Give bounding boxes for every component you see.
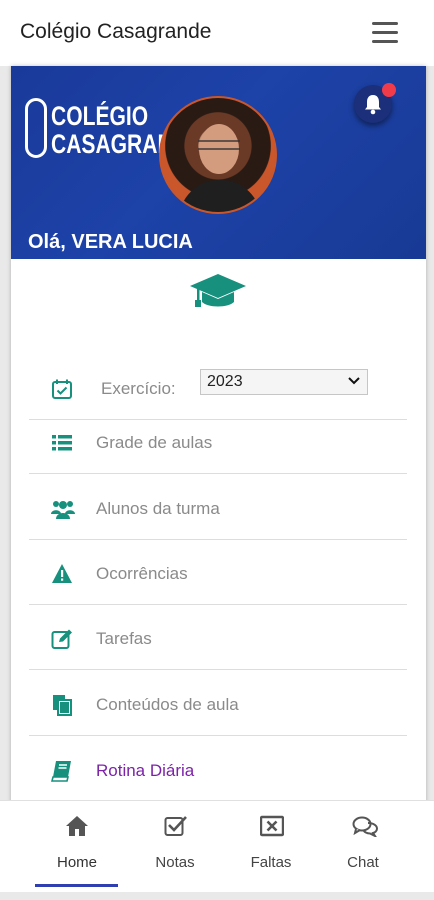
users-icon [51,498,75,520]
graduation-cap-icon [189,272,247,317]
exercise-select[interactable]: 2023 [200,369,368,395]
x-box-icon [259,815,285,839]
tab-faltas[interactable]: Faltas [226,801,316,893]
menu-item-label: Tarefas [96,629,152,648]
hamburger-menu-icon[interactable] [372,22,398,44]
menu-item-label: Alunos da turma [96,499,220,518]
exercise-select-value: 2023 [207,373,243,390]
exercise-label: Exercício: [101,379,176,398]
greeting: Olá, VERA LUCIA [28,231,193,253]
app-title: Colégio Casagrande [20,20,212,43]
warning-icon [51,563,73,585]
bottom-navigation: Home Notas Faltas Chat [0,800,434,892]
tab-notas[interactable]: Notas [130,801,220,893]
menu-item-tarefas[interactable]: Tarefas [29,606,407,670]
menu-item-grade-de-aulas[interactable]: Grade de aulas [29,410,407,474]
menu-item-rotina-diaria[interactable]: Rotina Diária [29,738,407,802]
main-card: COLÉGIO CASAGRANDE Olá, VERA LUCIA Exerc… [11,66,426,806]
school-logo-mark [25,98,47,158]
menu-item-conteudos-de-aula[interactable]: Conteúdos de aula [29,672,407,736]
active-tab-indicator [35,884,118,887]
book-icon [50,760,73,782]
chevron-down-icon [348,377,360,385]
tab-label: Chat [347,854,379,871]
checkbox-icon [164,815,188,839]
menu-item-label: Rotina Diária [96,761,195,780]
tab-label: Home [56,854,97,871]
menu-item-label: Conteúdos de aula [96,695,239,714]
edit-icon [51,628,73,650]
menu-item-alunos-da-turma[interactable]: Alunos da turma [29,476,407,540]
home-icon [65,815,89,839]
calendar-check-icon [51,378,73,400]
tab-label: Faltas [250,854,292,871]
menu-item-label: Ocorrências [96,564,188,583]
bottom-strip [0,892,434,900]
tab-chat[interactable]: Chat [318,801,408,893]
avatar [159,96,277,214]
copy-icon [51,694,73,716]
chat-icon [352,815,379,839]
tab-label: Notas [155,854,195,871]
profile-banner: COLÉGIO CASAGRANDE Olá, VERA LUCIA [11,66,426,259]
menu-item-ocorrencias[interactable]: Ocorrências [29,541,407,605]
notification-badge [382,83,396,97]
top-bar: Colégio Casagrande [0,0,434,66]
list-icon [51,432,73,454]
menu-item-label: Grade de aulas [96,433,213,452]
tab-home[interactable]: Home [32,801,122,893]
